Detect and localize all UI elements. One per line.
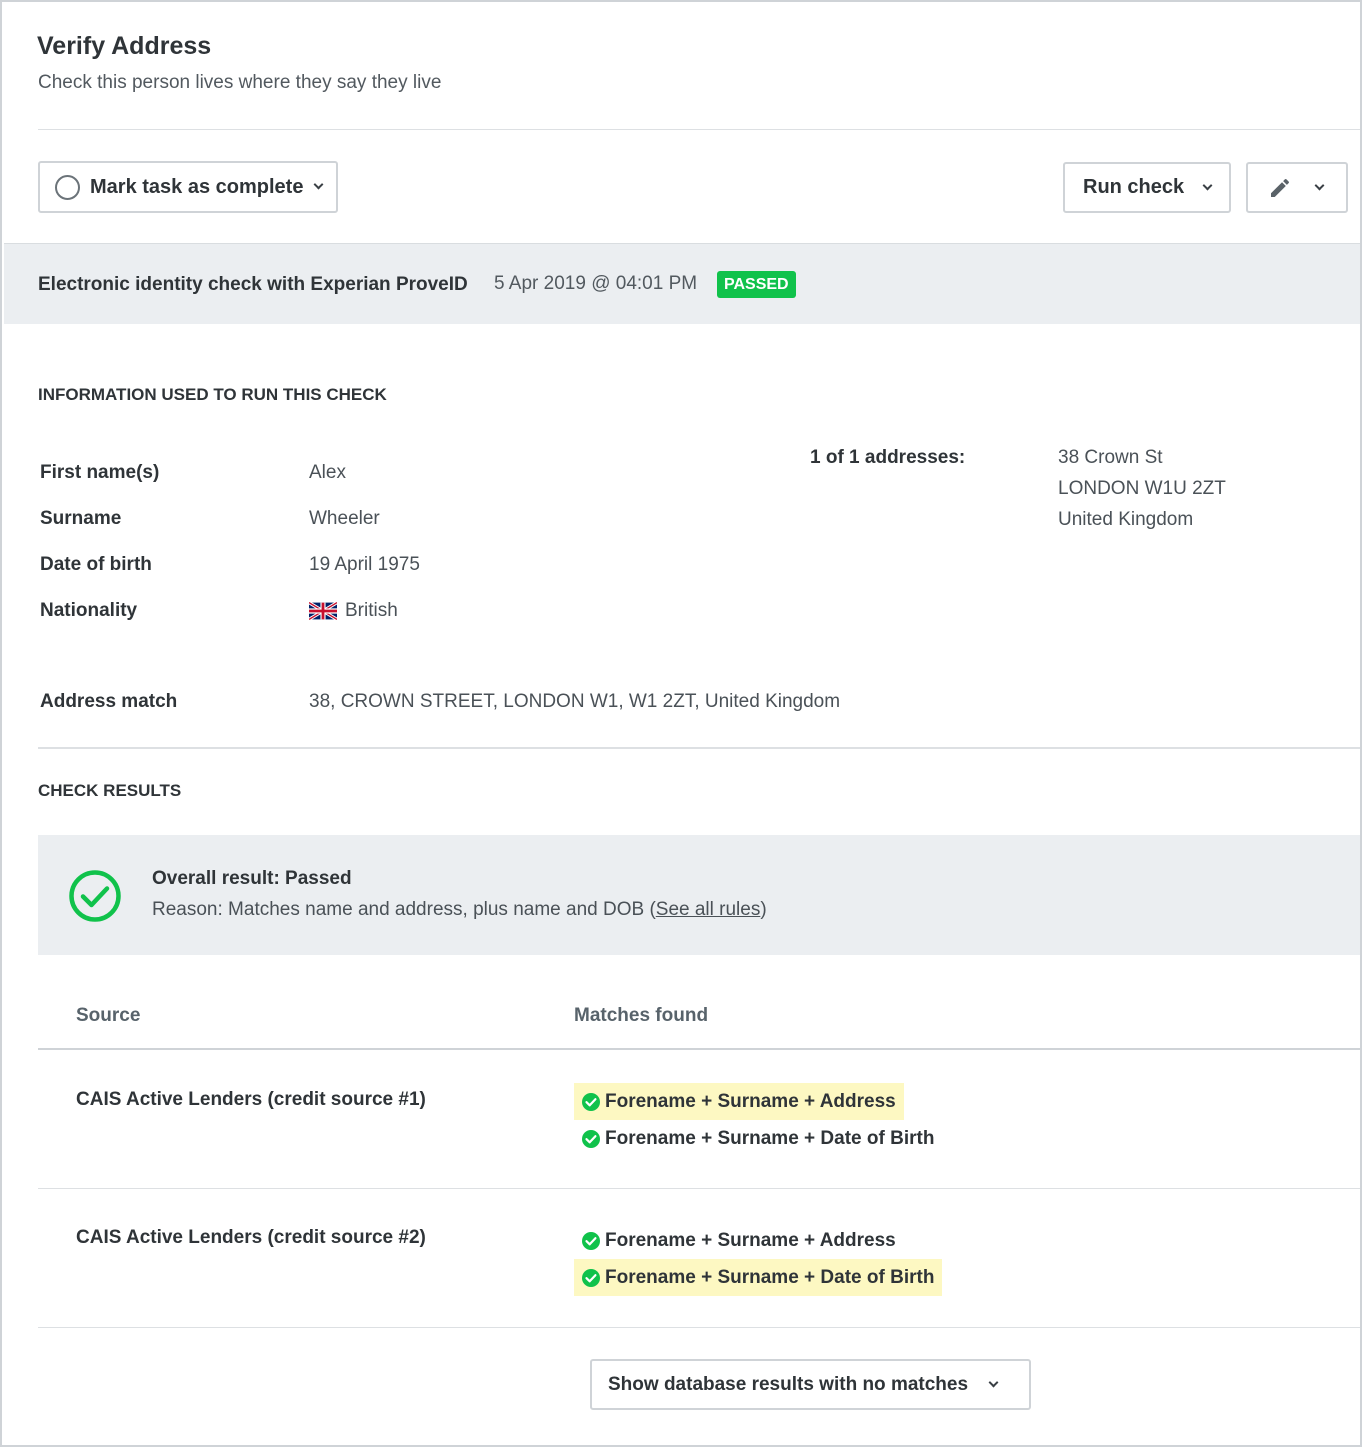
address-line-3: United Kingdom <box>1058 509 1194 530</box>
pencil-icon <box>1271 178 1290 197</box>
page-subtitle: Check this person lives where they say t… <box>38 72 442 93</box>
status-badge: PASSED <box>717 271 796 298</box>
reason-suffix: ) <box>760 899 767 920</box>
chevron-down-icon <box>1314 180 1325 190</box>
surname-label: Surname <box>40 508 122 529</box>
match-item-highlighted: Forename + Surname + Address <box>574 1083 904 1120</box>
nationality-label: Nationality <box>40 600 138 621</box>
section-divider <box>38 747 1360 749</box>
address-match-value: 38, CROWN STREET, LONDON W1, W1 2ZT, Uni… <box>309 691 841 712</box>
overall-result-box <box>38 835 1360 955</box>
dob-value: 19 April 1975 <box>309 554 420 575</box>
uk-flag-icon <box>309 601 337 620</box>
chevron-down-icon <box>313 179 324 190</box>
overall-result-reason: Reason: Matches name and address, plus n… <box>152 899 767 921</box>
info-section-heading: INFORMATION USED TO RUN THIS CHECK <box>38 385 387 404</box>
match-item-highlighted: Forename + Surname + Date of Birth <box>574 1259 943 1296</box>
check-circle-icon <box>582 1231 600 1250</box>
nationality-text: British <box>345 600 398 621</box>
page-title: Verify Address <box>37 32 212 60</box>
mark-task-complete-label: Mark task as complete <box>90 175 304 198</box>
source-name-2: CAIS Active Lenders (credit source #2) <box>76 1227 426 1248</box>
address-match-label: Address match <box>40 691 178 712</box>
addresses-label: 1 of 1 addresses: <box>810 447 966 468</box>
match-text: Forename + Surname + Date of Birth <box>605 1127 935 1149</box>
row-divider <box>38 1327 1360 1328</box>
check-circle-icon <box>582 1268 600 1287</box>
check-timestamp: 5 Apr 2019 @ 04:01 PM <box>494 273 698 294</box>
show-no-matches-label: Show database results with no matches <box>608 1373 969 1395</box>
source-name-1: CAIS Active Lenders (credit source #1) <box>76 1089 426 1110</box>
match-text: Forename + Surname + Address <box>605 1229 896 1251</box>
source-column-header: Source <box>76 1005 141 1026</box>
matches-column-header: Matches found <box>574 1005 709 1026</box>
check-circle-icon <box>69 870 121 922</box>
chevron-down-icon <box>1202 180 1213 190</box>
address-line-1: 38 Crown St <box>1058 447 1163 468</box>
chevron-down-icon <box>988 1377 999 1387</box>
match-item: Forename + Surname + Date of Birth <box>574 1120 942 1157</box>
nationality-value: British <box>309 600 398 622</box>
match-text: Forename + Surname + Date of Birth <box>605 1266 935 1288</box>
address-line-2: LONDON W1U 2ZT <box>1058 478 1226 499</box>
check-name: Electronic identity check with Experian … <box>38 274 468 295</box>
reason-prefix: Reason: Matches name and address, plus n… <box>152 899 656 920</box>
header-divider <box>38 129 1360 130</box>
show-no-matches-button[interactable]: Show database results with no matches <box>590 1359 1031 1410</box>
match-item: Forename + Surname + Address <box>574 1222 904 1259</box>
surname-value: Wheeler <box>309 508 380 529</box>
overall-result-label: Overall result: Passed <box>152 868 352 889</box>
empty-circle-icon <box>55 174 80 200</box>
verify-address-panel: Verify Address Check this person lives w… <box>0 0 1362 1447</box>
run-check-label: Run check <box>1083 176 1185 198</box>
row-divider <box>38 1188 1360 1189</box>
table-header-divider <box>38 1048 1360 1050</box>
check-circle-icon <box>582 1129 600 1148</box>
first-name-value: Alex <box>309 462 346 483</box>
mark-task-complete-button[interactable]: Mark task as complete <box>38 161 338 213</box>
see-all-rules-link[interactable]: See all rules <box>656 899 761 920</box>
first-name-label: First name(s) <box>40 462 160 483</box>
check-circle-icon <box>582 1092 600 1111</box>
edit-menu-button[interactable] <box>1246 162 1348 213</box>
dob-label: Date of birth <box>40 554 152 575</box>
results-section-heading: CHECK RESULTS <box>38 781 182 800</box>
match-text: Forename + Surname + Address <box>605 1090 896 1112</box>
run-check-button[interactable]: Run check <box>1063 162 1231 213</box>
